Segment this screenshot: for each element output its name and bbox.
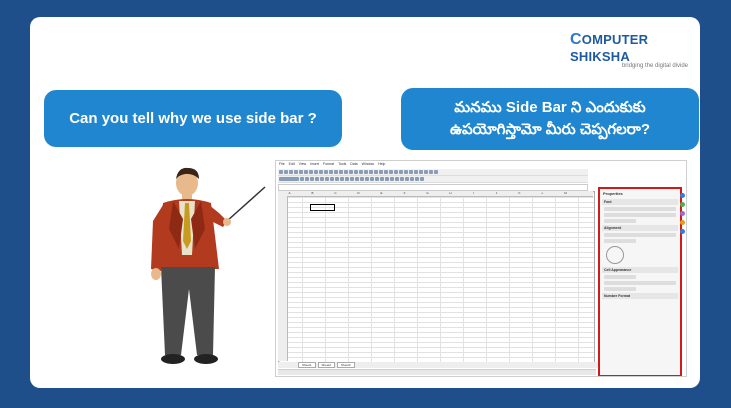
menu-edit[interactable]: Edit bbox=[289, 162, 295, 168]
indent-field[interactable] bbox=[604, 239, 636, 243]
column-header: I bbox=[473, 191, 474, 195]
styles-deck-icon[interactable] bbox=[680, 202, 685, 207]
slide: COMPUTER SHIKSHA bridging the digital di… bbox=[30, 17, 700, 388]
standard-toolbar bbox=[278, 169, 588, 176]
cell-background-picker[interactable] bbox=[604, 275, 636, 279]
menu-tools[interactable]: Tools bbox=[338, 162, 346, 168]
row-headers bbox=[278, 196, 288, 361]
menu-data[interactable]: Data bbox=[350, 162, 357, 168]
formula-bar[interactable] bbox=[278, 184, 588, 191]
column-header: B bbox=[311, 191, 314, 195]
column-header: K bbox=[518, 191, 521, 195]
sheet-tab-3[interactable]: Sheet3 bbox=[337, 362, 355, 368]
spreadsheet-screenshot: File Edit View Insert Format Tools Data … bbox=[275, 160, 687, 377]
formatting-toolbar bbox=[278, 176, 588, 183]
functions-deck-icon[interactable] bbox=[680, 229, 685, 234]
column-header: E bbox=[380, 191, 383, 195]
properties-deck-icon[interactable] bbox=[680, 193, 685, 198]
question-english-text: Can you tell why we use side bar ? bbox=[69, 110, 317, 127]
sidebar-section-number-format[interactable]: Number Format bbox=[602, 293, 678, 299]
font-name-box[interactable] bbox=[604, 207, 676, 211]
gallery-deck-icon[interactable] bbox=[680, 211, 685, 216]
sidebar-section-alignment[interactable]: Alignment bbox=[602, 225, 678, 231]
menu-insert[interactable]: Insert bbox=[310, 162, 319, 168]
column-header: J bbox=[495, 191, 498, 195]
properties-sidebar[interactable]: Properties Font Alignment Cell Appearanc… bbox=[598, 187, 682, 376]
status-bar bbox=[278, 369, 596, 375]
sidebar-section-cell-appearance[interactable]: Cell Appearance bbox=[602, 267, 678, 273]
question-telugu-line1: మనము Side Bar ని ఎందుకుకు bbox=[454, 99, 646, 116]
question-english-bubble: Can you tell why we use side bar ? bbox=[44, 90, 342, 147]
cell-border-picker[interactable] bbox=[604, 281, 676, 285]
sidebar-deck-tabs bbox=[680, 189, 686, 238]
question-telugu-bubble: మనము Side Bar ని ఎందుకుకు ఉపయోగిస్తామో మ… bbox=[401, 88, 699, 150]
menu-help[interactable]: Help bbox=[378, 162, 385, 168]
font-color-buttons[interactable] bbox=[604, 219, 636, 223]
navigator-deck-icon[interactable] bbox=[680, 220, 685, 225]
column-headers: A B C D E F G H I J K L M bbox=[278, 191, 593, 197]
selected-cell[interactable] bbox=[310, 204, 335, 211]
column-header: D bbox=[357, 191, 360, 195]
sheet-tabs: Sheet1 Sheet2 Sheet3 bbox=[278, 362, 613, 368]
font-style-buttons[interactable] bbox=[604, 213, 676, 217]
menu-view[interactable]: View bbox=[299, 162, 307, 168]
spreadsheet-grid[interactable] bbox=[278, 191, 595, 363]
sheet-tab-1[interactable]: Sheet1 bbox=[298, 362, 316, 368]
column-header: L bbox=[541, 191, 544, 195]
show-grid-lines-toggle[interactable] bbox=[604, 287, 636, 291]
menu-file[interactable]: File bbox=[279, 162, 285, 168]
column-header: M bbox=[564, 191, 567, 195]
column-header: H bbox=[449, 191, 452, 195]
menu-format[interactable]: Format bbox=[323, 162, 334, 168]
sidebar-section-font[interactable]: Font bbox=[602, 199, 678, 205]
column-header: C bbox=[334, 191, 337, 195]
computer-shiksha-logo: COMPUTER SHIKSHA bridging the digital di… bbox=[570, 31, 700, 69]
menu-bar: File Edit View Insert Format Tools Data … bbox=[276, 162, 385, 168]
logo-brand-name: OMPUTER SHIKSHA bbox=[570, 32, 649, 64]
column-header: F bbox=[403, 191, 406, 195]
column-header: G bbox=[426, 191, 429, 195]
alignment-buttons[interactable] bbox=[604, 233, 676, 237]
logo-brand-initial: C bbox=[570, 31, 582, 48]
question-telugu-line2: ఉపయోగిస్తామో మీరు చెప్పగలరా? bbox=[449, 121, 651, 138]
teacher-illustration bbox=[151, 167, 266, 364]
text-orientation-dial[interactable] bbox=[606, 246, 624, 264]
sheet-tab-2[interactable]: Sheet2 bbox=[317, 362, 336, 368]
sidebar-title: Properties bbox=[603, 191, 623, 196]
menu-window[interactable]: Window bbox=[362, 162, 374, 168]
